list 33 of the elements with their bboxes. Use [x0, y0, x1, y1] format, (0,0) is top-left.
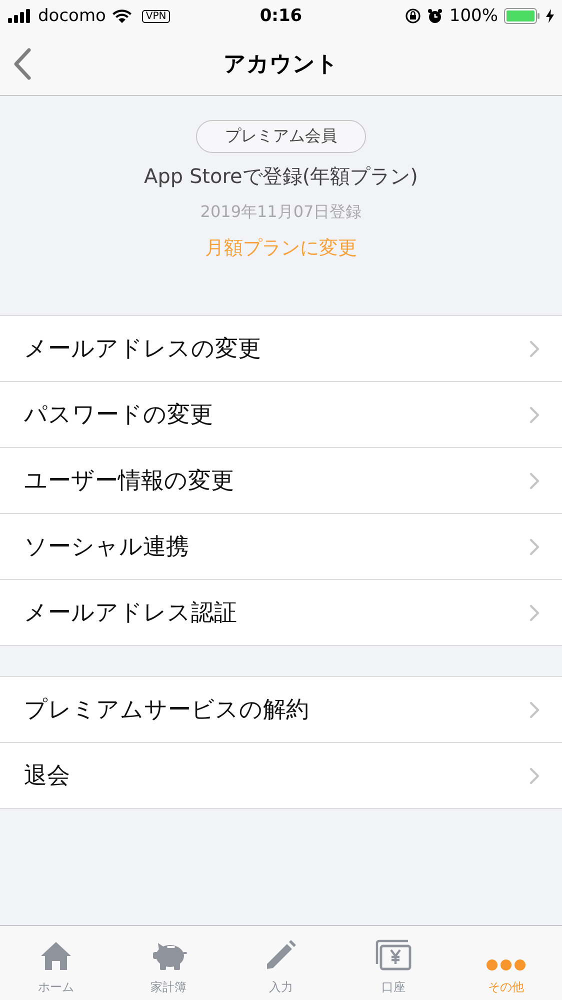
chevron-icon	[529, 538, 540, 556]
battery-percent: 100%	[449, 6, 498, 26]
alarm-icon	[427, 8, 444, 24]
signal-icon	[8, 9, 32, 23]
registration-date: 2019年11月07日登録	[200, 202, 362, 223]
chevron-icon	[529, 472, 540, 490]
home-icon	[40, 941, 72, 971]
rotation-lock-icon	[405, 8, 422, 24]
menu-item[interactable]: パスワードの変更	[0, 382, 562, 448]
chevron-icon	[529, 766, 540, 784]
back-icon[interactable]	[12, 48, 32, 80]
chevron-icon	[529, 340, 540, 358]
menu-item[interactable]: メールアドレス認証	[0, 580, 562, 645]
menu-item[interactable]: ソーシャル連携	[0, 514, 562, 580]
more-icon	[486, 959, 526, 971]
wifi-icon	[112, 9, 132, 23]
menu-item[interactable]: ユーザー情報の変更	[0, 448, 562, 514]
charging-icon	[546, 9, 554, 23]
vpn-badge: VPN	[142, 10, 170, 22]
chevron-icon	[529, 406, 540, 424]
membership-badge: プレミアム会員	[196, 120, 366, 153]
battery-icon	[504, 8, 540, 24]
plan-text: App Storeで登録(年額プラン)	[144, 163, 418, 190]
chevron-icon	[529, 700, 540, 718]
yen-card-icon	[374, 939, 412, 971]
carrier-name: docomo	[38, 6, 106, 26]
menu-item[interactable]: プレミアムサービスの解約	[0, 677, 562, 743]
pencil-icon	[265, 939, 298, 971]
chevron-icon	[529, 604, 540, 622]
status-time: 0:16	[260, 6, 302, 26]
nav-title: アカウント	[224, 50, 338, 78]
menu-item[interactable]: メールアドレスの変更	[0, 316, 562, 382]
menu-item[interactable]: 退会	[0, 743, 562, 808]
